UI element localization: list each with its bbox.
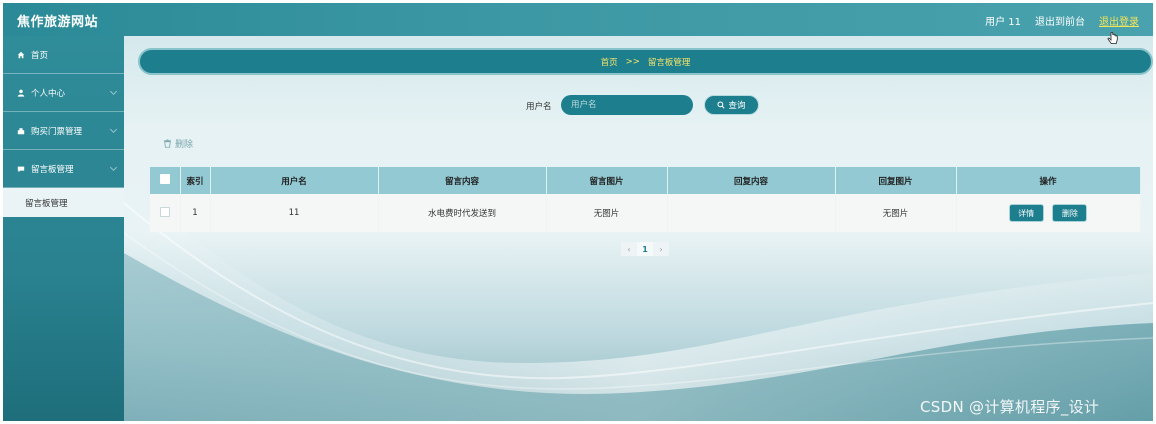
next-page-button[interactable]: › bbox=[653, 242, 669, 256]
column-header-content: 留言内容 bbox=[378, 167, 547, 194]
sidebar: 首页 个人中心 购买门票管理 留言板管理 留言板管理 bbox=[3, 36, 124, 421]
cell-content: 水电费时代发送到 bbox=[378, 194, 547, 232]
user-label: 用户 11 bbox=[985, 17, 1021, 28]
chevron-down-icon bbox=[109, 163, 118, 172]
search-button-label: 查询 bbox=[728, 101, 746, 111]
ticket-icon bbox=[17, 127, 25, 134]
column-header-reply-image: 回复图片 bbox=[835, 167, 957, 194]
page-number[interactable]: 1 bbox=[637, 242, 653, 256]
home-icon bbox=[17, 51, 25, 58]
site-title: 焦作旅游网站 bbox=[17, 15, 99, 30]
table-header-row: 索引 用户名 留言内容 留言图片 回复内容 回复图片 操作 bbox=[150, 167, 1141, 194]
sidebar-item-home[interactable]: 首页 bbox=[3, 36, 124, 74]
cell-actions: 详情 删除 bbox=[956, 194, 1141, 232]
message-icon bbox=[17, 166, 25, 172]
sidebar-item-message-board[interactable]: 留言板管理 bbox=[3, 150, 124, 188]
select-all-checkbox[interactable] bbox=[159, 174, 170, 184]
detail-button[interactable]: 详情 bbox=[1008, 204, 1044, 222]
logout-link[interactable]: 退出登录 bbox=[1099, 13, 1139, 28]
search-button[interactable]: 查询 bbox=[704, 95, 759, 115]
back-to-front-link[interactable]: 退出到前台 bbox=[1035, 13, 1085, 28]
search-icon bbox=[717, 101, 726, 109]
username-search-input[interactable] bbox=[561, 95, 693, 115]
bulk-delete-button[interactable]: 删除 bbox=[163, 137, 193, 150]
search-label: 用户名 bbox=[526, 102, 552, 112]
search-bar: 用户名 查询 bbox=[3, 95, 1153, 117]
chevron-down-icon bbox=[109, 125, 118, 134]
table-row: 1 11 水电费时代发送到 无图片 无图片 详情 删除 bbox=[150, 194, 1141, 232]
sidebar-subitem-message-board[interactable]: 留言板管理 bbox=[3, 188, 124, 217]
hand-cursor-icon bbox=[1107, 32, 1118, 44]
column-header-index: 索引 bbox=[180, 167, 211, 194]
message-table: 索引 用户名 留言内容 留言图片 回复内容 回复图片 操作 1 11 水电费时代… bbox=[150, 167, 1141, 232]
breadcrumb-current: 留言板管理 bbox=[647, 57, 691, 68]
breadcrumb-separator: >> bbox=[625, 56, 640, 67]
column-header-image: 留言图片 bbox=[546, 167, 668, 194]
column-header-username: 用户名 bbox=[210, 167, 379, 194]
column-header-actions: 操作 bbox=[956, 167, 1141, 194]
pagination: ‹ 1 › bbox=[621, 242, 669, 256]
bulk-delete-label: 删除 bbox=[175, 140, 194, 150]
cell-username: 11 bbox=[210, 194, 379, 232]
sidebar-item-label: 购买门票管理 bbox=[31, 126, 83, 137]
breadcrumb: 首页 >> 留言板管理 bbox=[138, 48, 1153, 75]
top-nav: 用户 11 退出到前台 退出登录 bbox=[985, 13, 1139, 28]
sidebar-item-label: 留言板管理 bbox=[31, 164, 74, 175]
row-checkbox[interactable] bbox=[159, 206, 170, 217]
prev-page-button[interactable]: ‹ bbox=[621, 242, 637, 256]
column-header-reply: 回复内容 bbox=[667, 167, 836, 194]
top-bar: 焦作旅游网站 用户 11 退出到前台 退出登录 bbox=[3, 3, 1153, 36]
sidebar-item-label: 首页 bbox=[31, 50, 49, 61]
breadcrumb-home[interactable]: 首页 bbox=[601, 56, 618, 68]
watermark: CSDN @计算机程序_设计 bbox=[920, 398, 1100, 416]
row-select-cell[interactable] bbox=[150, 194, 181, 232]
chevron-down-icon bbox=[109, 87, 118, 96]
app-screen: 焦作旅游网站 用户 11 退出到前台 退出登录 首页 个人中心 购买门票管理 留… bbox=[3, 3, 1153, 421]
sidebar-item-ticket-management[interactable]: 购买门票管理 bbox=[3, 112, 124, 150]
cell-reply bbox=[667, 194, 836, 232]
delete-button[interactable]: 删除 bbox=[1052, 204, 1088, 222]
trash-icon bbox=[163, 139, 172, 148]
select-all-cell[interactable] bbox=[150, 167, 181, 194]
cell-image: 无图片 bbox=[546, 194, 668, 232]
cell-reply-image: 无图片 bbox=[835, 194, 957, 232]
cell-index: 1 bbox=[180, 194, 211, 232]
